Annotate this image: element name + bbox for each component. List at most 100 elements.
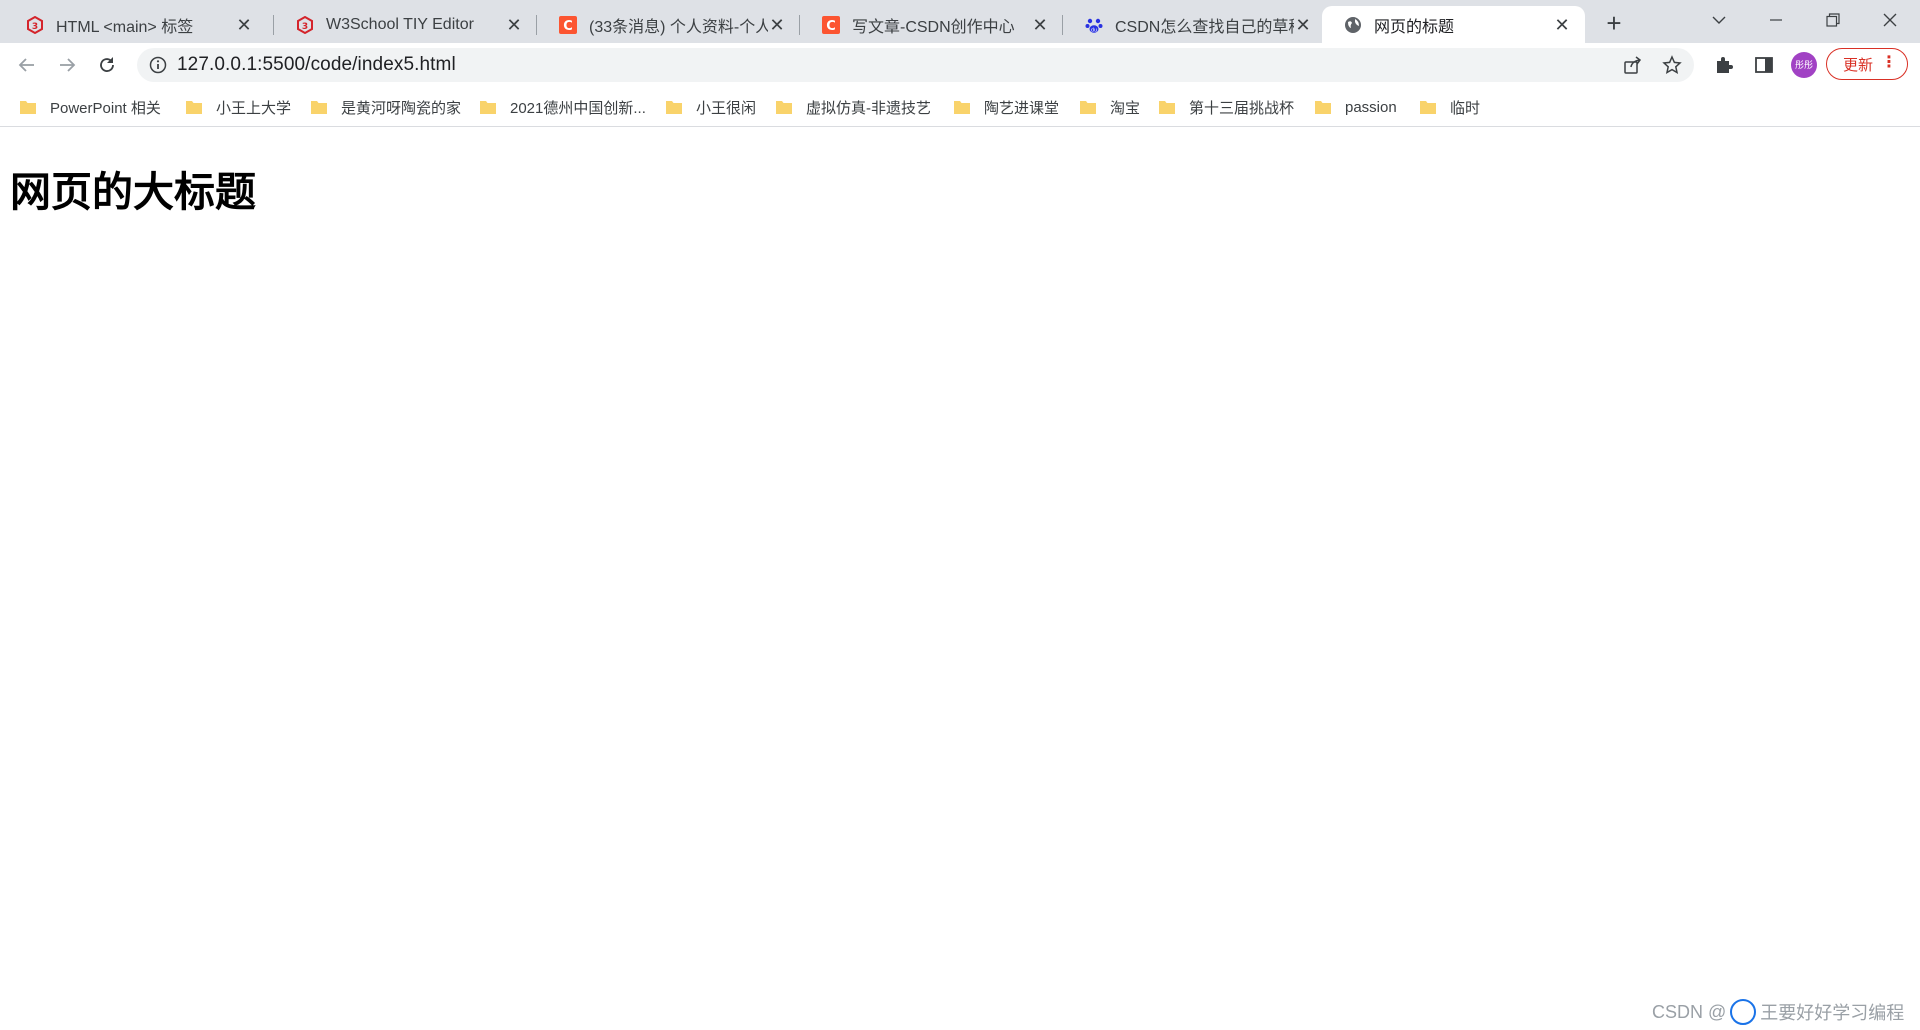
reload-icon	[100, 57, 114, 72]
close-icon[interactable]: ✕	[235, 16, 253, 34]
bookmark-folder-temp[interactable]: 临时	[1420, 95, 1480, 119]
tab-csdn-profile[interactable]: C (33条消息) 个人资料-个人中 ✕	[537, 6, 800, 43]
bookmark-label: 2021德州中国创新...	[510, 99, 646, 117]
update-label: 更新	[1843, 56, 1874, 74]
bookmark-folder-dezhou-innovation[interactable]: 2021德州中国创新...	[480, 95, 646, 119]
puzzle-icon	[1717, 57, 1733, 73]
w3school-icon: 3	[26, 15, 44, 34]
svg-text:C: C	[563, 19, 573, 34]
page-heading: 网页的大标题	[10, 168, 256, 216]
forward-button[interactable]	[53, 51, 81, 79]
watermark-author: 王要好好学习编程	[1760, 1003, 1905, 1023]
tab-search-button[interactable]	[1691, 4, 1747, 36]
svg-text:C: C	[826, 19, 836, 34]
extensions-button[interactable]	[1710, 51, 1738, 79]
bookmark-folder-taobao[interactable]: 淘宝	[1080, 95, 1140, 119]
bookmark-folder-xiaowang-idle[interactable]: 小王很闲	[666, 95, 756, 119]
tab-title: (33条消息) 个人资料-个人中	[589, 18, 768, 36]
tab-title: HTML <main> 标签	[56, 18, 194, 36]
minimize-button[interactable]	[1748, 4, 1804, 36]
tab-title: CSDN怎么查找自己的草稿	[1115, 18, 1294, 36]
address-url[interactable]: 127.0.0.1:5500/code/index5.html	[177, 54, 456, 76]
watermark-prefix: CSDN @	[1652, 1001, 1727, 1022]
page-viewport: 网页的大标题 CSDN @ 王要好好学习编程	[0, 127, 1920, 1030]
restore-button[interactable]	[1805, 4, 1861, 36]
tab-current-page[interactable]: 网页的标题 ✕	[1322, 6, 1585, 43]
arrow-right-icon	[60, 58, 76, 72]
bookmark-folder-passion[interactable]: passion	[1315, 95, 1397, 119]
svg-text:3: 3	[32, 22, 38, 32]
tab-title: 写文章-CSDN创作中心	[852, 18, 1015, 36]
reload-button[interactable]	[93, 51, 121, 79]
close-icon[interactable]: ✕	[768, 16, 786, 34]
folder-icon	[186, 100, 202, 114]
bookmark-folder-pottery-class[interactable]: 陶艺进课堂	[954, 95, 1059, 119]
bookmark-label: 虚拟仿真-非遗技艺	[806, 99, 931, 117]
csdn-watermark: CSDN @ 王要好好学习编程	[1652, 997, 1904, 1027]
w3school-icon: 3	[296, 15, 314, 34]
bookmarks-bar: PowerPoint 相关 小王上大学 是黄河呀陶瓷的家 2021德州中国创新.…	[0, 87, 1920, 127]
restore-icon	[1826, 13, 1840, 27]
bookmark-folder-xiaowang-university[interactable]: 小王上大学	[186, 95, 291, 119]
watermark-logo-icon	[1730, 999, 1757, 1025]
globe-icon	[1344, 16, 1362, 34]
tab-baidu-search[interactable]: du CSDN怎么查找自己的草稿 ✕	[1063, 6, 1326, 43]
svg-text:du: du	[1091, 27, 1097, 33]
folder-icon	[20, 100, 36, 114]
bookmark-label: 小王上大学	[216, 99, 292, 117]
address-bar[interactable]: 127.0.0.1:5500/code/index5.html	[137, 48, 1694, 82]
arrow-left-icon	[18, 58, 34, 72]
bookmark-label: 淘宝	[1110, 99, 1141, 117]
folder-icon	[1080, 100, 1096, 114]
folder-icon	[776, 100, 792, 114]
chevron-down-icon	[1712, 16, 1726, 24]
tab-w3school-tiy[interactable]: 3 W3School TIY Editor ✕	[274, 6, 537, 43]
bookmark-folder-powerpoint[interactable]: PowerPoint 相关	[20, 95, 161, 119]
tab-strip: 3 HTML <main> 标签 ✕ 3 W3School TIY Editor…	[0, 0, 1920, 43]
folder-icon	[1315, 100, 1331, 114]
tab-title: 网页的标题	[1374, 18, 1455, 36]
tab-html-main[interactable]: 3 HTML <main> 标签 ✕	[4, 6, 267, 43]
bookmark-label: 陶艺进课堂	[984, 99, 1060, 117]
svg-text:3: 3	[302, 22, 308, 32]
close-icon[interactable]: ✕	[1031, 16, 1049, 34]
csdn-icon: C	[822, 15, 840, 34]
new-tab-button[interactable]: +	[1600, 10, 1628, 38]
bookmark-label: 小王很闲	[696, 99, 757, 117]
folder-icon	[311, 100, 327, 114]
bookmark-folder-virtual-sim[interactable]: 虚拟仿真-非遗技艺	[776, 95, 931, 119]
folder-icon	[666, 100, 682, 114]
update-button[interactable]: 更新 ⋮	[1826, 48, 1908, 80]
close-icon[interactable]: ✕	[1553, 16, 1571, 34]
folder-icon	[480, 100, 496, 114]
close-icon	[1883, 13, 1897, 27]
csdn-icon: C	[559, 15, 577, 34]
bookmark-label: PowerPoint 相关	[50, 99, 161, 117]
folder-icon	[1159, 100, 1175, 114]
folder-icon	[954, 100, 970, 114]
bookmark-label: 是黄河呀陶瓷的家	[341, 99, 462, 117]
close-icon[interactable]: ✕	[505, 16, 523, 34]
bookmark-folder-challenge-cup[interactable]: 第十三届挑战杯	[1159, 95, 1294, 119]
folder-icon	[1420, 100, 1436, 114]
minimize-icon	[1770, 19, 1782, 21]
bookmark-folder-huanghe-ceramics[interactable]: 是黄河呀陶瓷的家	[311, 95, 461, 119]
bookmark-label: 临时	[1450, 99, 1481, 117]
side-panel-button[interactable]	[1750, 51, 1778, 79]
window-close-button[interactable]	[1862, 4, 1918, 36]
more-menu-icon: ⋮	[1881, 54, 1897, 71]
toolbar: 127.0.0.1:5500/code/index5.html 彤彤 更新 ⋮	[0, 43, 1920, 87]
bookmark-label: passion	[1345, 98, 1397, 116]
baidu-paw-icon: du	[1085, 16, 1103, 34]
share-icon[interactable]	[1623, 55, 1643, 75]
browser-window: 3 HTML <main> 标签 ✕ 3 W3School TIY Editor…	[0, 0, 1920, 1030]
tab-csdn-write[interactable]: C 写文章-CSDN创作中心 ✕	[800, 6, 1063, 43]
tab-title: W3School TIY Editor	[326, 15, 474, 33]
close-icon[interactable]: ✕	[1294, 16, 1312, 34]
info-icon[interactable]	[149, 56, 167, 74]
side-panel-icon	[1755, 57, 1773, 73]
star-icon[interactable]	[1662, 55, 1682, 75]
avatar[interactable]: 彤彤	[1791, 52, 1817, 78]
back-button[interactable]	[13, 51, 41, 79]
bookmark-label: 第十三届挑战杯	[1189, 99, 1295, 117]
